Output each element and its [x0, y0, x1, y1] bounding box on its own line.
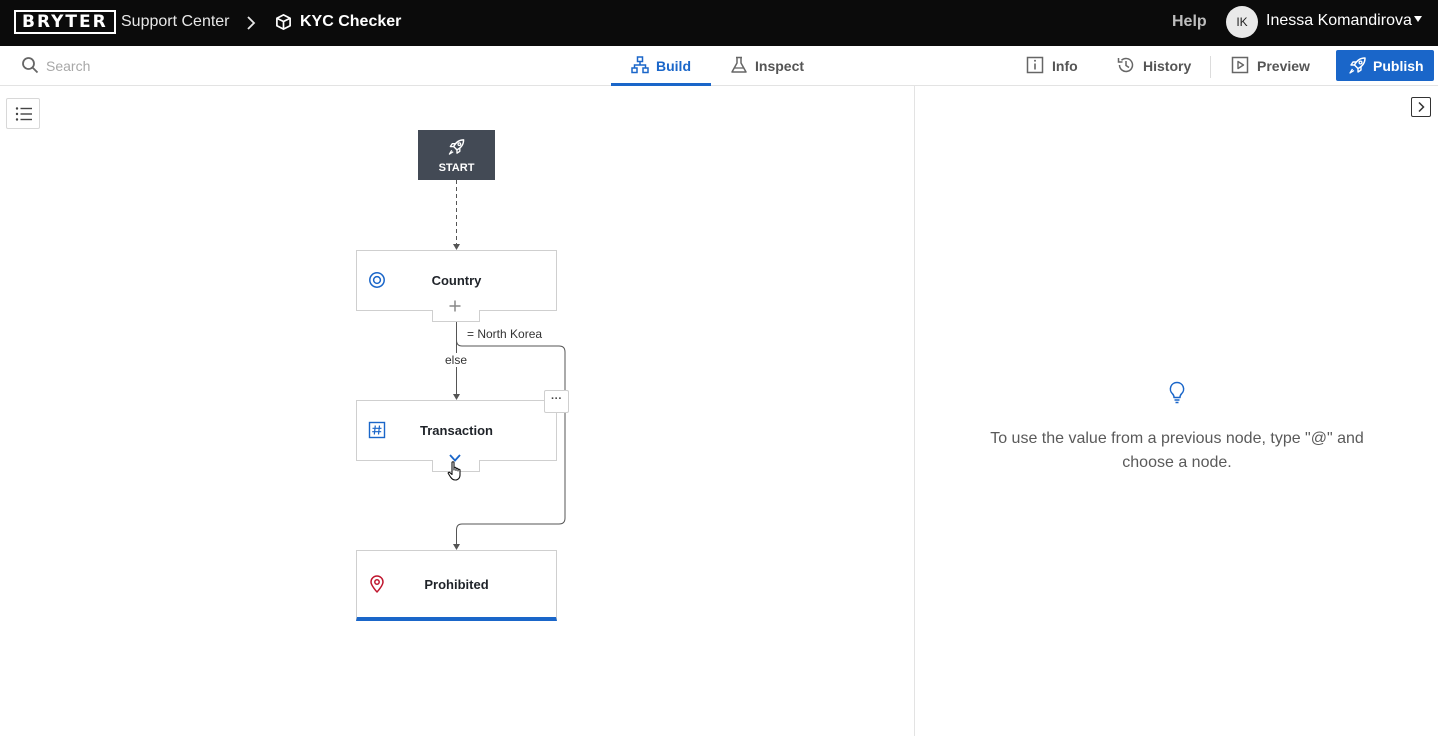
help-link[interactable]: Help — [1172, 13, 1207, 31]
tab-inspect[interactable]: Inspect — [720, 46, 820, 86]
flask-icon — [731, 56, 747, 73]
info-button[interactable]: Info — [1026, 46, 1086, 86]
plus-icon[interactable] — [448, 299, 462, 313]
node-more-button[interactable]: ··· — [544, 390, 569, 413]
breadcrumb-current: KYC Checker — [300, 13, 402, 30]
history-icon — [1117, 57, 1134, 73]
avatar[interactable]: IK — [1226, 6, 1258, 38]
edge-label-else[interactable]: else — [443, 353, 470, 367]
publish-label: Publish — [1373, 58, 1424, 74]
bryter-logo[interactable]: BRYTER — [14, 10, 116, 34]
search-icon — [22, 57, 39, 74]
node-prohibited[interactable]: Prohibited — [356, 550, 557, 621]
start-node[interactable]: START — [418, 130, 495, 180]
start-label: START — [438, 162, 475, 174]
preview-button[interactable]: Preview — [1231, 46, 1321, 86]
node-prohibited-label: Prohibited — [424, 577, 489, 592]
breadcrumb-parent[interactable]: Support Center — [121, 13, 230, 31]
history-button[interactable]: History — [1117, 46, 1197, 86]
flow-canvas[interactable]: START Country = North Korea else Transac… — [0, 86, 914, 736]
rocket-icon — [1349, 57, 1366, 74]
chevron-right-icon — [247, 16, 256, 30]
tab-build-label: Build — [656, 58, 691, 74]
info-icon — [1026, 56, 1044, 74]
sitemap-icon — [631, 56, 649, 74]
top-bar: BRYTER Support Center KYC Checker Help I… — [0, 0, 1438, 46]
tab-inspect-label: Inspect — [755, 58, 805, 74]
properties-panel: To use the value from a previous node, t… — [914, 86, 1438, 736]
edge-label-condition[interactable]: = North Korea — [465, 327, 545, 341]
play-icon — [1231, 56, 1249, 74]
hint-text: To use the value from a previous node, t… — [990, 430, 1364, 471]
rocket-icon — [448, 139, 465, 155]
node-country-label: Country — [431, 273, 482, 288]
preview-label: Preview — [1257, 58, 1310, 74]
lightbulb-icon — [1169, 381, 1185, 404]
search-input[interactable] — [46, 55, 346, 77]
info-label: Info — [1052, 58, 1078, 74]
node-transaction-label: Transaction — [420, 423, 493, 438]
history-label: History — [1143, 58, 1192, 74]
publish-button[interactable]: Publish — [1336, 50, 1434, 81]
collapse-panel-button[interactable] — [1411, 97, 1431, 117]
chevron-right-icon — [1418, 101, 1425, 113]
cube-icon — [276, 14, 291, 30]
user-menu[interactable]: Inessa Komandirova — [1266, 12, 1412, 30]
hand-cursor-icon — [447, 461, 461, 481]
toolbar: Build Inspect Info History Preview — [0, 46, 1438, 86]
caret-down-icon[interactable] — [1414, 16, 1422, 22]
toolbar-divider — [1210, 56, 1211, 78]
tab-build[interactable]: Build — [611, 46, 711, 86]
